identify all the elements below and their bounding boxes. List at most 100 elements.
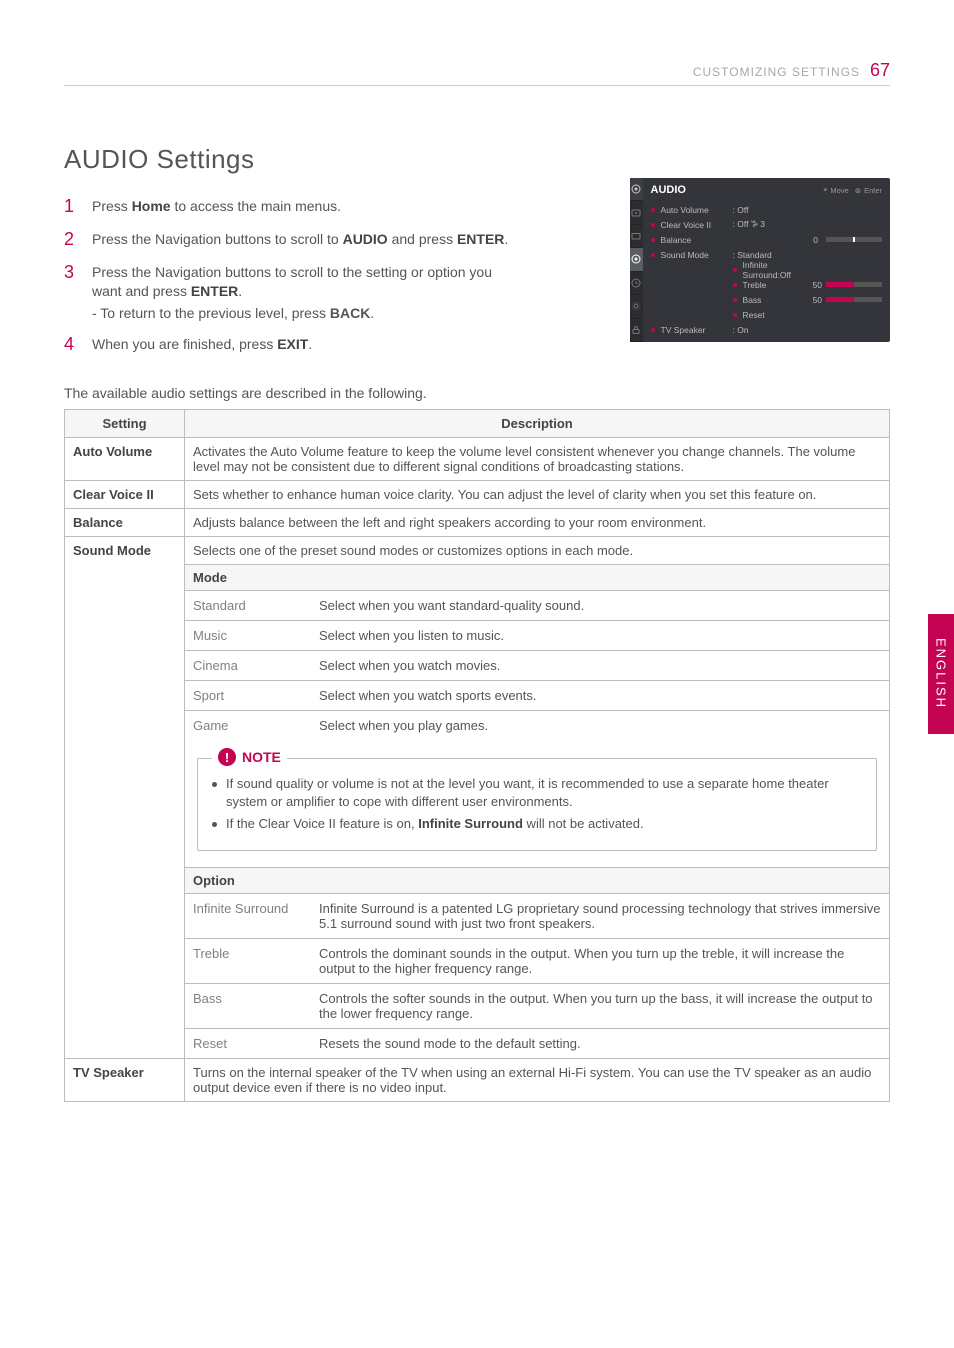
settings-table: Setting Description Auto Volume Activate… <box>64 409 890 1102</box>
row-clear-voice: Clear Voice II <box>65 481 185 509</box>
osd-row-label: Auto Volume <box>661 205 733 215</box>
option-desc: Infinite Surround is a patented LG propr… <box>311 894 889 938</box>
tv-icon <box>630 230 642 242</box>
option-desc: Resets the sound mode to the default set… <box>311 1029 889 1058</box>
desc-balance: Adjusts balance between the left and rig… <box>185 509 890 537</box>
note-item: If the Clear Voice II feature is on, Inf… <box>212 815 862 833</box>
step-1: 1 Press Home to access the main menus. <box>64 197 524 216</box>
osd-main: AUDIO ⌖ Move ⊛ Enter Auto Volume: Off Cl… <box>643 178 890 342</box>
mode-desc: Select when you want standard-quality so… <box>311 591 889 620</box>
note-label: NOTE <box>242 749 281 765</box>
mode-label: Standard <box>185 591 311 620</box>
note-item: If sound quality or volume is not at the… <box>212 775 862 810</box>
steps-list: 1 Press Home to access the main menus. 2… <box>64 197 524 353</box>
osd-tab-audio-icon <box>630 178 643 201</box>
osd-row-value: 0 <box>733 235 882 245</box>
bass-slider <box>826 297 882 302</box>
osd-title: AUDIO <box>651 184 686 196</box>
step-4: 4 When you are finished, press EXIT. <box>64 335 524 354</box>
osd-row-value: : Off <box>733 205 882 215</box>
picture-icon <box>630 207 642 219</box>
mode-label: Game <box>185 711 311 740</box>
speaker-icon <box>630 183 642 195</box>
option-label: Reset <box>185 1029 311 1058</box>
row-balance: Balance <box>65 509 185 537</box>
osd-row-value: : Standard <box>733 250 882 260</box>
option-header: Option <box>185 868 889 894</box>
col-header-description: Description <box>185 410 890 438</box>
osd-tab-strip <box>630 178 643 342</box>
note-badge: ! NOTE <box>212 748 287 766</box>
osd-row-value: : Off ꕅ 3 <box>733 219 882 230</box>
osd-tab-option-icon <box>630 295 643 318</box>
osd-row-label: Clear Voice II <box>661 220 733 230</box>
option-label: Infinite Surround <box>185 894 311 938</box>
osd-row-label: Balance <box>661 235 733 245</box>
page-header: CUSTOMIZING SETTINGS 67 <box>64 60 890 86</box>
mode-header: Mode <box>185 565 889 591</box>
osd-row-label: Bass <box>743 295 813 305</box>
note-box: ! NOTE If sound quality or volume is not… <box>197 758 877 851</box>
exclamation-icon: ! <box>218 748 236 766</box>
step-text: When you are finished, press EXIT. <box>92 335 312 354</box>
clock-icon <box>630 277 642 289</box>
step-2: 2 Press the Navigation buttons to scroll… <box>64 230 524 249</box>
osd-row-label: Sound Mode <box>661 250 733 260</box>
mode-desc: Select when you listen to music. <box>311 621 889 650</box>
balance-slider <box>826 237 882 242</box>
step-number: 3 <box>64 263 78 301</box>
page-number: 67 <box>870 60 890 81</box>
mode-desc: Select when you watch sports events. <box>311 681 889 710</box>
col-header-setting: Setting <box>65 410 185 438</box>
step-3: 3 Press the Navigation buttons to scroll… <box>64 263 524 301</box>
step-3-substep: - To return to the previous level, press… <box>92 305 524 321</box>
row-auto-volume: Auto Volume <box>65 438 185 481</box>
treble-slider <box>826 282 882 287</box>
option-table: Option Infinite SurroundInfinite Surroun… <box>185 867 889 1058</box>
sound-mode-intro: Selects one of the preset sound modes or… <box>185 537 889 564</box>
language-tab: ENGLISH <box>928 614 954 734</box>
desc-sound-mode: Selects one of the preset sound modes or… <box>185 537 890 1059</box>
mode-label: Sport <box>185 681 311 710</box>
section-name: CUSTOMIZING SETTINGS <box>693 65 860 79</box>
osd-row-label: Reset <box>743 310 813 320</box>
step-text: Press the Navigation buttons to scroll t… <box>92 230 508 249</box>
dpad-icon: ⌖ <box>823 185 827 195</box>
enter-icon: ⊛ <box>855 186 861 195</box>
page-title: AUDIO Settings <box>64 144 890 175</box>
osd-tab-active-icon <box>630 248 643 271</box>
mode-desc: Select when you watch movies. <box>311 651 889 680</box>
mode-label: Music <box>185 621 311 650</box>
osd-tab-picture-icon <box>630 201 643 224</box>
osd-panel: AUDIO ⌖ Move ⊛ Enter Auto Volume: Off Cl… <box>630 178 890 342</box>
availability-note: The available audio settings are describ… <box>64 385 890 401</box>
osd-row-label: TV Speaker <box>661 325 733 335</box>
osd-row-label: Infinite Surround:Off <box>743 260 813 280</box>
osd-tab-channel-icon <box>630 225 643 248</box>
osd-tab-lock-icon <box>630 319 643 342</box>
row-sound-mode: Sound Mode <box>65 537 185 1059</box>
osd-hint-move: ⌖ Move <box>823 185 849 195</box>
step-text: Press the Navigation buttons to scroll t… <box>92 263 524 301</box>
osd-row-value: : On <box>733 325 882 335</box>
desc-tv-speaker: Turns on the internal speaker of the TV … <box>185 1059 890 1102</box>
speaker-active-icon <box>630 253 642 265</box>
desc-auto-volume: Activates the Auto Volume feature to kee… <box>185 438 890 481</box>
osd-hint-enter: ⊛ Enter <box>855 186 882 195</box>
osd-row-value: 50 <box>813 280 822 290</box>
osd-row-value: 50 <box>813 295 822 305</box>
desc-clear-voice: Sets whether to enhance human voice clar… <box>185 481 890 509</box>
step-text: Press Home to access the main menus. <box>92 197 341 216</box>
mode-desc: Select when you play games. <box>311 711 889 740</box>
step-number: 1 <box>64 197 78 216</box>
step-number: 4 <box>64 335 78 354</box>
osd-tab-time-icon <box>630 272 643 295</box>
row-tv-speaker: TV Speaker <box>65 1059 185 1102</box>
step-number: 2 <box>64 230 78 249</box>
mode-table: Mode StandardSelect when you want standa… <box>185 564 889 740</box>
option-desc: Controls the softer sounds in the output… <box>311 984 889 1028</box>
osd-rows: Auto Volume: Off Clear Voice II: Off ꕅ 3… <box>651 202 882 337</box>
option-label: Bass <box>185 984 311 1028</box>
option-desc: Controls the dominant sounds in the outp… <box>311 939 889 983</box>
mode-label: Cinema <box>185 651 311 680</box>
